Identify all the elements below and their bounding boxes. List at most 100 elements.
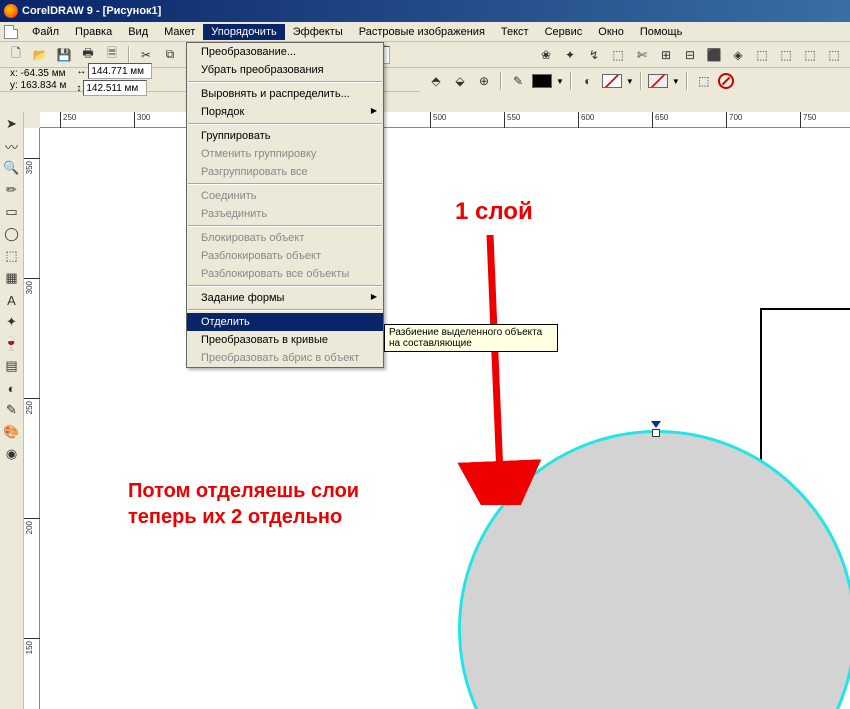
menu-item-выровнять-и-распределить...[interactable]: Выровнять и распределить... (187, 85, 383, 103)
menu-растровые изображения[interactable]: Растровые изображения (351, 24, 493, 40)
tool-7[interactable]: ▦ (2, 268, 22, 288)
menu-упорядочить[interactable]: Упорядочить (203, 24, 284, 40)
toolbox: ➤〰🔍✏▭◯⬚▦A✦🍷▤◐✎🎨◉ (0, 112, 24, 709)
menu-item-отменить-группировку: Отменить группировку (187, 145, 383, 163)
arrange-menu-dropdown: Преобразование...Убрать преобразования Вы… (186, 42, 384, 368)
menu-separator (188, 123, 382, 125)
menubar: ФайлПравкаВидМакетУпорядочитьЭффектыРаст… (0, 22, 850, 42)
toolbar-btn-5[interactable]: ⊞ (656, 45, 676, 65)
new-icon[interactable]: 🗋 (6, 45, 26, 65)
menu-окно[interactable]: Окно (590, 24, 632, 40)
menu-item-соединить: Соединить (187, 187, 383, 205)
menu-item-разгруппировать-все: Разгруппировать все (187, 163, 383, 181)
menu-item-разъединить: Разъединить (187, 205, 383, 223)
no-action-icon[interactable] (718, 73, 734, 89)
menu-эффекты[interactable]: Эффекты (285, 24, 351, 40)
outline-icon[interactable]: ✎ (508, 71, 528, 91)
pattern-icon[interactable]: ◐ (578, 71, 598, 91)
tool-13[interactable]: ✎ (2, 400, 22, 420)
tool-10[interactable]: 🍷 (2, 334, 22, 354)
menu-item-порядок[interactable]: Порядок (187, 103, 383, 121)
menu-separator (188, 81, 382, 83)
snap-icon[interactable]: ⬘ (426, 71, 446, 91)
toolbar-btn-10[interactable]: ⬚ (776, 45, 796, 65)
toolbar-btn-0[interactable]: ❀ (536, 45, 556, 65)
open-icon[interactable]: 📂 (30, 45, 50, 65)
menu-item-преобразование...[interactable]: Преобразование... (187, 43, 383, 61)
coord-x: x: -64.35 мм (6, 68, 70, 80)
menu-правка[interactable]: Правка (67, 24, 120, 40)
menu-item-преобразовать-в-кривые[interactable]: Преобразовать в кривые (187, 331, 383, 349)
menu-item-отделить[interactable]: Отделить (187, 313, 383, 331)
dropdown-arrow-icon[interactable]: ▼ (672, 77, 680, 86)
fill-swatch[interactable] (532, 74, 552, 88)
tool-15[interactable]: ◉ (2, 444, 22, 464)
ruler-vertical: 350300250200150 (24, 128, 40, 709)
toolbar-btn-6[interactable]: ⊟ (680, 45, 700, 65)
menu-separator (188, 183, 382, 185)
coord-y: y: 163.834 м (6, 80, 70, 92)
toolbar-btn-4[interactable]: ✄ (632, 45, 652, 65)
toolbar-btn-7[interactable]: ⬛ (704, 45, 724, 65)
toolbar-btn-3[interactable]: ⬚ (608, 45, 628, 65)
dropdown-arrow-icon[interactable]: ▼ (556, 77, 564, 86)
nofill-swatch[interactable] (602, 74, 622, 88)
outline-color-swatch[interactable] (648, 74, 668, 88)
menu-помощь[interactable]: Помощь (632, 24, 691, 40)
menu-item-убрать-преобразования[interactable]: Убрать преобразования (187, 61, 383, 79)
menu-макет[interactable]: Макет (156, 24, 203, 40)
save-icon[interactable]: 💾 (54, 45, 74, 65)
lock-icon[interactable]: ⬚ (694, 71, 714, 91)
document-icon[interactable] (4, 25, 18, 39)
menu-separator (188, 309, 382, 311)
toolbar-btn-11[interactable]: ⬚ (800, 45, 820, 65)
print-preview-icon[interactable]: 🗏 (102, 45, 122, 65)
toolbar-btn-1[interactable]: ✦ (560, 45, 580, 65)
width-input[interactable] (88, 63, 152, 79)
toolbar-btn-8[interactable]: ◈ (728, 45, 748, 65)
menu-separator (188, 285, 382, 287)
menu-вид[interactable]: Вид (120, 24, 156, 40)
menu-сервис[interactable]: Сервис (537, 24, 591, 40)
tool-1[interactable]: 〰 (2, 136, 22, 156)
copy-icon[interactable]: ⧉ (160, 45, 180, 65)
ruler-horizontal: 250300350400450500550600650700750 (40, 112, 850, 128)
menu-файл[interactable]: Файл (24, 24, 67, 40)
tool-4[interactable]: ▭ (2, 202, 22, 222)
status-hint-tooltip: Разбиение выделенного объекта на составл… (384, 324, 558, 352)
tool-8[interactable]: A (2, 290, 22, 310)
snap2-icon[interactable]: ⬙ (450, 71, 470, 91)
node-box-icon (652, 429, 660, 437)
tool-11[interactable]: ▤ (2, 356, 22, 376)
tool-9[interactable]: ✦ (2, 312, 22, 332)
tool-3[interactable]: ✏ (2, 180, 22, 200)
canvas[interactable] (40, 128, 850, 709)
menu-item-преобразовать-абрис-в-объект: Преобразовать абрис в объект (187, 349, 383, 367)
tool-2[interactable]: 🔍 (2, 158, 22, 178)
toolbar-btn-2[interactable]: ↯ (584, 45, 604, 65)
annotation-layer1: 1 слой (455, 198, 533, 226)
dropdown-arrow-icon[interactable]: ▼ (626, 77, 634, 86)
app-logo-icon (4, 4, 18, 18)
tool-6[interactable]: ⬚ (2, 246, 22, 266)
print-icon[interactable]: 🖶 (78, 45, 98, 65)
height-input[interactable] (83, 80, 147, 96)
toolbar-btn-9[interactable]: ⬚ (752, 45, 772, 65)
cut-icon[interactable]: ✂ (136, 45, 156, 65)
menu-item-разблокировать-объект: Разблокировать объект (187, 247, 383, 265)
annotation-separate: Потом отделяешь слоитеперь их 2 отдельно (128, 478, 359, 530)
tool-14[interactable]: 🎨 (2, 422, 22, 442)
toolbar-btn-12[interactable]: ⬚ (824, 45, 844, 65)
menu-item-задание-формы[interactable]: Задание формы (187, 289, 383, 307)
menu-item-разблокировать-все-объекты: Разблокировать все объекты (187, 265, 383, 283)
menu-item-группировать[interactable]: Группировать (187, 127, 383, 145)
tool-12[interactable]: ◐ (2, 378, 22, 398)
menu-текст[interactable]: Текст (493, 24, 537, 40)
tool-5[interactable]: ◯ (2, 224, 22, 244)
menu-separator (188, 225, 382, 227)
tool-0[interactable]: ➤ (2, 114, 22, 134)
align-icon[interactable]: ⊕ (474, 71, 494, 91)
node-indicator-icon (651, 421, 661, 428)
node-handle[interactable] (650, 421, 662, 437)
title-text: CorelDRAW 9 - [Рисунок1] (22, 5, 161, 17)
